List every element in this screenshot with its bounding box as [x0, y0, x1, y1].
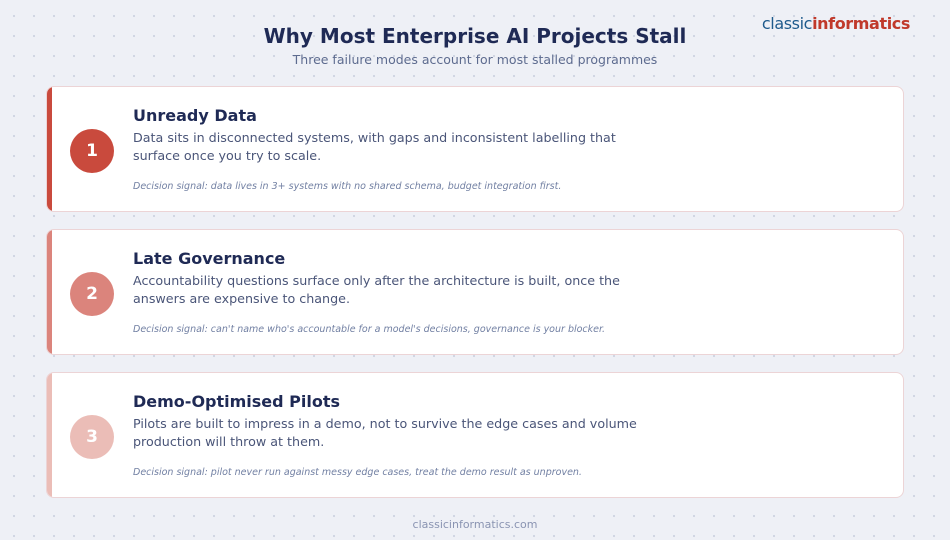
step-number-badge: 1: [70, 129, 114, 173]
decision-signal: Decision signal: pilot never run against…: [133, 467, 582, 478]
decision-signal: Decision signal: can't name who's accoun…: [133, 324, 606, 335]
card-heading: Unready Data: [133, 106, 257, 125]
card-description: Data sits in disconnected systems, with …: [133, 130, 616, 163]
failure-mode-card-1: 1 Unready Data Data sits in disconnected…: [46, 86, 904, 212]
failure-mode-card-2: 2 Late Governance Accountability questio…: [46, 229, 904, 355]
card-accent-bar: [47, 230, 52, 354]
page-subtitle: Three failure modes account for most sta…: [292, 52, 658, 67]
card-accent-bar: [47, 87, 52, 211]
failure-mode-card-3: 3 Demo-Optimised Pilots Pilots are built…: [46, 372, 904, 498]
step-number-badge: 2: [70, 272, 114, 316]
step-number-badge: 3: [70, 415, 114, 459]
card-description: Pilots are built to impress in a demo, n…: [133, 416, 637, 449]
page-title: Why Most Enterprise AI Projects Stall: [263, 24, 687, 48]
footer-url: classicinformatics.com: [412, 518, 538, 531]
card-heading: Late Governance: [133, 249, 286, 268]
card-description: Accountability questions surface only af…: [133, 273, 620, 306]
card-accent-bar: [47, 373, 52, 497]
decision-signal: Decision signal: data lives in 3+ system…: [133, 181, 562, 192]
page-header: Why Most Enterprise AI Projects Stall Th…: [0, 24, 950, 67]
card-heading: Demo-Optimised Pilots: [133, 392, 341, 411]
